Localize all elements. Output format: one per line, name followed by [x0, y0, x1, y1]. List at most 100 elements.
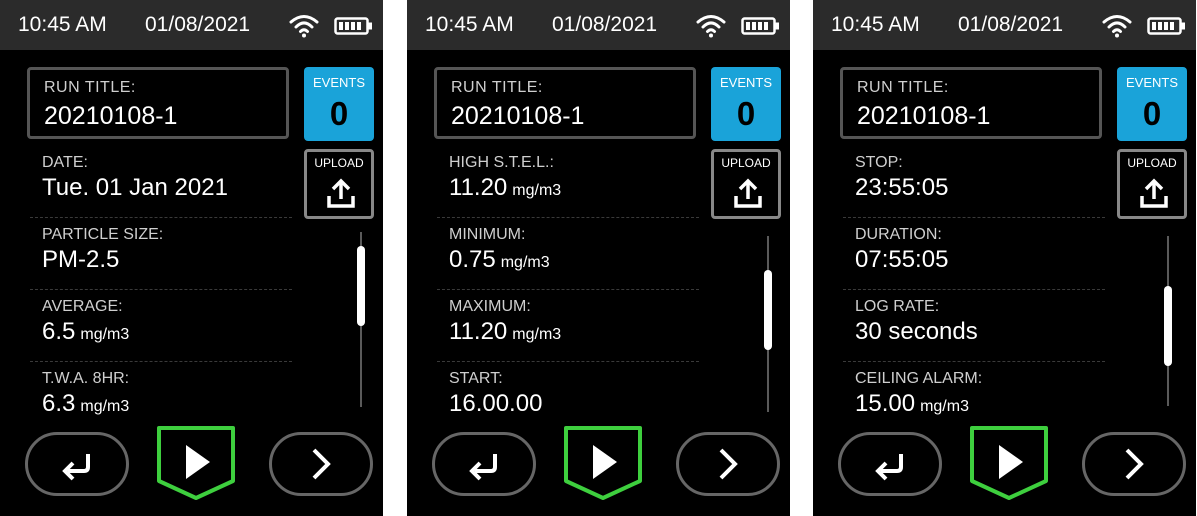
row-value: PM-2.5 — [42, 246, 124, 274]
next-button[interactable] — [1082, 432, 1186, 496]
row-value: 0.75 mg/m3 — [449, 246, 550, 274]
row-label: STOP: — [855, 154, 903, 171]
row-value: 11.20 mg/m3 — [449, 174, 561, 202]
events-count: 0 — [1142, 95, 1162, 132]
events-count: 0 — [736, 95, 756, 132]
row-value-number: 23:55:05 — [855, 174, 949, 201]
back-button[interactable] — [838, 432, 942, 496]
row-label: DURATION: — [855, 226, 942, 243]
run-title-box[interactable]: RUN TITLE: 20210108-1 — [27, 67, 289, 139]
row-label: T.W.A. 8HR: — [42, 370, 130, 387]
row-value-number: 11.20 — [449, 174, 508, 201]
scrollbar-thumb[interactable] — [764, 269, 772, 350]
status-date: 01/08/2021 — [958, 13, 1064, 36]
row-value: 16.00.00 — [449, 390, 547, 415]
device-screen: 10:45 AM 01/08/2021 RUN TITLE: 20210108-… — [813, 0, 1196, 516]
row-unit: mg/m3 — [80, 326, 130, 343]
chevron-right-icon — [312, 448, 331, 480]
upload-label: UPLOAD — [314, 156, 364, 170]
row-value: 15.00 mg/m3 — [855, 390, 969, 415]
wifi-icon — [1102, 15, 1132, 38]
list-item: CEILING ALARM: 15.00 mg/m3 — [843, 362, 1105, 415]
run-title-label: RUN TITLE: — [44, 79, 136, 96]
status-bar: 10:45 AM 01/08/2021 — [0, 0, 383, 50]
row-value: 07:55:05 — [855, 246, 953, 274]
events-label: EVENTS — [1125, 75, 1178, 90]
row-label: HIGH S.T.E.L.: — [449, 154, 554, 171]
device-screen: 10:45 AM 01/08/2021 RUN TITLE: 20210108-… — [0, 0, 383, 516]
status-time: 10:45 AM — [18, 13, 107, 36]
upload-icon — [734, 178, 762, 208]
next-button[interactable] — [269, 432, 373, 496]
events-button[interactable]: EVENTS 0 — [304, 67, 374, 141]
row-unit: mg/m3 — [920, 398, 969, 415]
run-title-value: 20210108-1 — [451, 102, 585, 130]
events-label: EVENTS — [312, 75, 365, 90]
row-value-number: 15.00 — [855, 390, 916, 415]
row-value-number: 11.20 — [449, 318, 508, 345]
play-button[interactable] — [563, 425, 643, 501]
scrollbar-thumb[interactable] — [1164, 285, 1172, 366]
chevron-right-icon — [719, 448, 738, 480]
row-value: 6.5 mg/m3 — [42, 318, 129, 346]
list-item: DATE: Tue. 01 Jan 2021 — [30, 146, 292, 218]
scrollbar-thumb[interactable] — [357, 246, 365, 327]
status-bar: 10:45 AM 01/08/2021 — [813, 0, 1196, 50]
detail-list[interactable]: STOP: 23:55:05 DURATION: 07:55:05 LOG RA… — [843, 146, 1105, 415]
events-button[interactable]: EVENTS 0 — [711, 67, 781, 141]
list-item: STOP: 23:55:05 — [843, 146, 1105, 218]
row-value-number: 0.75 — [449, 246, 496, 273]
events-count: 0 — [329, 95, 349, 132]
run-title-box[interactable]: RUN TITLE: 20210108-1 — [434, 67, 696, 139]
back-arrow-icon — [469, 454, 497, 481]
status-bar: 10:45 AM 01/08/2021 — [407, 0, 790, 50]
row-value-number: 30 seconds — [855, 318, 978, 345]
list-item: DURATION: 07:55:05 — [843, 218, 1105, 290]
back-button[interactable] — [432, 432, 536, 496]
upload-button[interactable]: UPLOAD — [304, 149, 374, 219]
list-item: PARTICLE SIZE: PM-2.5 — [30, 218, 292, 290]
row-unit: mg/m3 — [512, 182, 562, 199]
device-screen: 10:45 AM 01/08/2021 RUN TITLE: 20210108-… — [407, 0, 790, 516]
events-button[interactable]: EVENTS 0 — [1117, 67, 1187, 141]
battery-icon — [741, 17, 779, 35]
row-label: MINIMUM: — [449, 226, 526, 243]
events-label: EVENTS — [719, 75, 772, 90]
upload-label: UPLOAD — [721, 156, 771, 170]
row-label: LOG RATE: — [855, 298, 940, 315]
list-item: HIGH S.T.E.L.: 11.20 mg/m3 — [437, 146, 699, 218]
row-value: 6.3 mg/m3 — [42, 390, 129, 415]
list-item: AVERAGE: 6.5 mg/m3 — [30, 290, 292, 362]
row-value: 23:55:05 — [855, 174, 953, 202]
play-button[interactable] — [969, 425, 1049, 501]
list-item: MAXIMUM: 11.20 mg/m3 — [437, 290, 699, 362]
row-label: AVERAGE: — [42, 298, 123, 315]
next-button[interactable] — [676, 432, 780, 496]
wifi-icon — [696, 15, 726, 38]
row-value-number: 6.5 — [42, 318, 76, 345]
back-arrow-icon — [62, 454, 90, 481]
play-button[interactable] — [156, 425, 236, 501]
status-time: 10:45 AM — [831, 13, 920, 36]
battery-icon — [1147, 17, 1185, 35]
row-value: 30 seconds — [855, 318, 983, 346]
row-unit: mg/m3 — [80, 398, 130, 415]
upload-button[interactable]: UPLOAD — [711, 149, 781, 219]
upload-label: UPLOAD — [1127, 156, 1177, 170]
run-title-value: 20210108-1 — [44, 102, 178, 130]
upload-icon — [1140, 178, 1168, 208]
upload-button[interactable]: UPLOAD — [1117, 149, 1187, 219]
row-value: Tue. 01 Jan 2021 — [42, 174, 233, 202]
chevron-right-icon — [1125, 448, 1144, 480]
detail-list[interactable]: HIGH S.T.E.L.: 11.20 mg/m3 MINIMUM: 0.75 m… — [437, 146, 699, 415]
list-item: LOG RATE: 30 seconds — [843, 290, 1105, 362]
status-time: 10:45 AM — [425, 13, 514, 36]
back-arrow-icon — [875, 454, 903, 481]
row-value-number: PM-2.5 — [42, 246, 120, 273]
status-date: 01/08/2021 — [552, 13, 658, 36]
row-unit: mg/m3 — [512, 326, 562, 343]
upload-icon — [327, 178, 355, 208]
detail-list[interactable]: DATE: Tue. 01 Jan 2021 PARTICLE SIZE: PM… — [30, 146, 292, 415]
back-button[interactable] — [25, 432, 129, 496]
run-title-box[interactable]: RUN TITLE: 20210108-1 — [840, 67, 1102, 139]
